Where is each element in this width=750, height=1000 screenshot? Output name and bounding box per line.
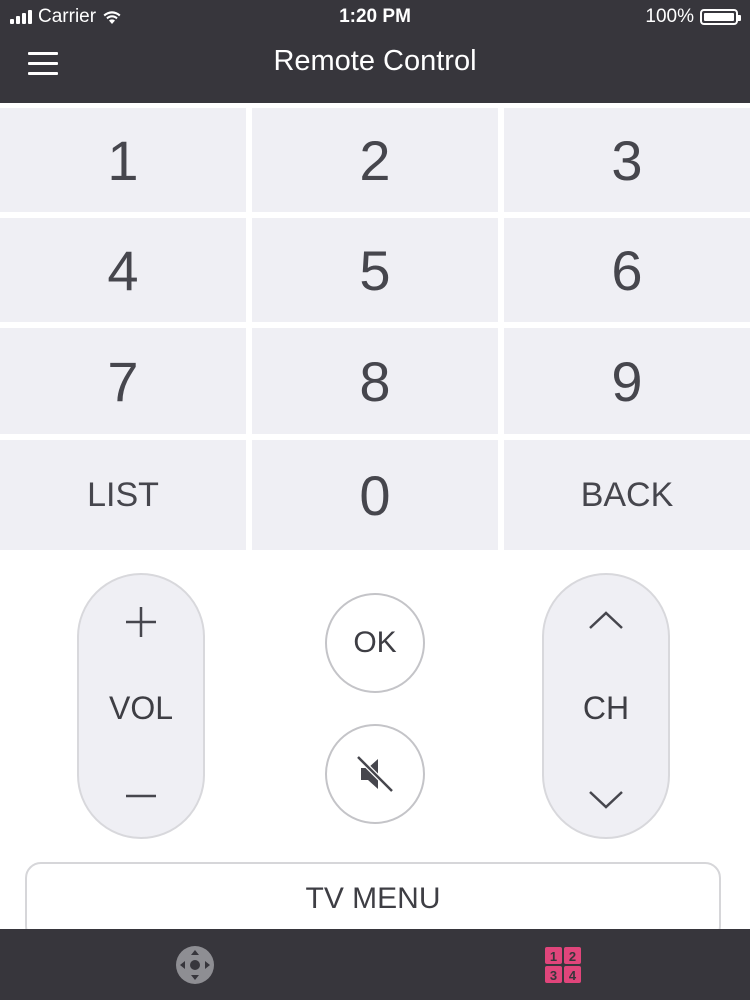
ok-button[interactable]: OK [325, 593, 425, 693]
channel-down-button[interactable] [544, 755, 668, 845]
volume-control: VOL [77, 573, 205, 839]
battery-percent: 100% [645, 6, 694, 27]
key-3[interactable]: 3 [504, 108, 750, 212]
key-1[interactable]: 1 [0, 108, 246, 212]
numpad-digit-3: 3 [550, 968, 557, 983]
battery-group: 100% [645, 6, 741, 28]
status-time: 1:20 PM [339, 6, 411, 27]
volume-down-button[interactable] [79, 751, 203, 841]
key-7[interactable]: 7 [0, 328, 246, 434]
chevron-up-icon [589, 611, 623, 629]
tab-bar: 1 2 3 4 [0, 929, 750, 1000]
channel-label: CH [582, 690, 630, 726]
key-8[interactable]: 8 [252, 328, 498, 434]
tv-menu-label: TV MENU [305, 882, 441, 915]
numpad-digit-2: 2 [569, 949, 576, 964]
key-0[interactable]: 0 [252, 440, 498, 550]
mute-button[interactable] [325, 724, 425, 824]
key-5[interactable]: 5 [252, 218, 498, 322]
plus-icon [126, 607, 156, 637]
channel-up-button[interactable] [544, 575, 668, 665]
numpad-icon: 1 2 3 4 [545, 947, 581, 983]
top-bar: Carrier 1:20 PM 100% Remote Control [0, 0, 750, 103]
chevron-down-icon [589, 791, 623, 809]
number-keypad: 1 2 3 4 5 6 7 8 9 LIST 0 BACK [0, 103, 750, 550]
battery-icon [700, 9, 741, 25]
key-9[interactable]: 9 [504, 328, 750, 434]
key-2[interactable]: 2 [252, 108, 498, 212]
tab-dpad[interactable] [173, 943, 217, 987]
volume-label: VOL [108, 690, 174, 726]
page-title: Remote Control [273, 45, 477, 77]
key-4[interactable]: 4 [0, 218, 246, 322]
numpad-digit-4: 4 [569, 968, 577, 983]
dpad-icon [176, 946, 214, 984]
numpad-digit-1: 1 [550, 949, 557, 964]
status-bar: Carrier 1:20 PM 100% [0, 0, 750, 34]
mute-speaker-icon [356, 755, 394, 793]
key-back[interactable]: BACK [504, 440, 750, 550]
key-list[interactable]: LIST [0, 440, 246, 550]
minus-icon [126, 794, 156, 798]
volume-up-button[interactable] [79, 577, 203, 667]
channel-control: CH [542, 573, 670, 839]
key-6[interactable]: 6 [504, 218, 750, 322]
tab-numpad[interactable]: 1 2 3 4 [541, 943, 585, 987]
